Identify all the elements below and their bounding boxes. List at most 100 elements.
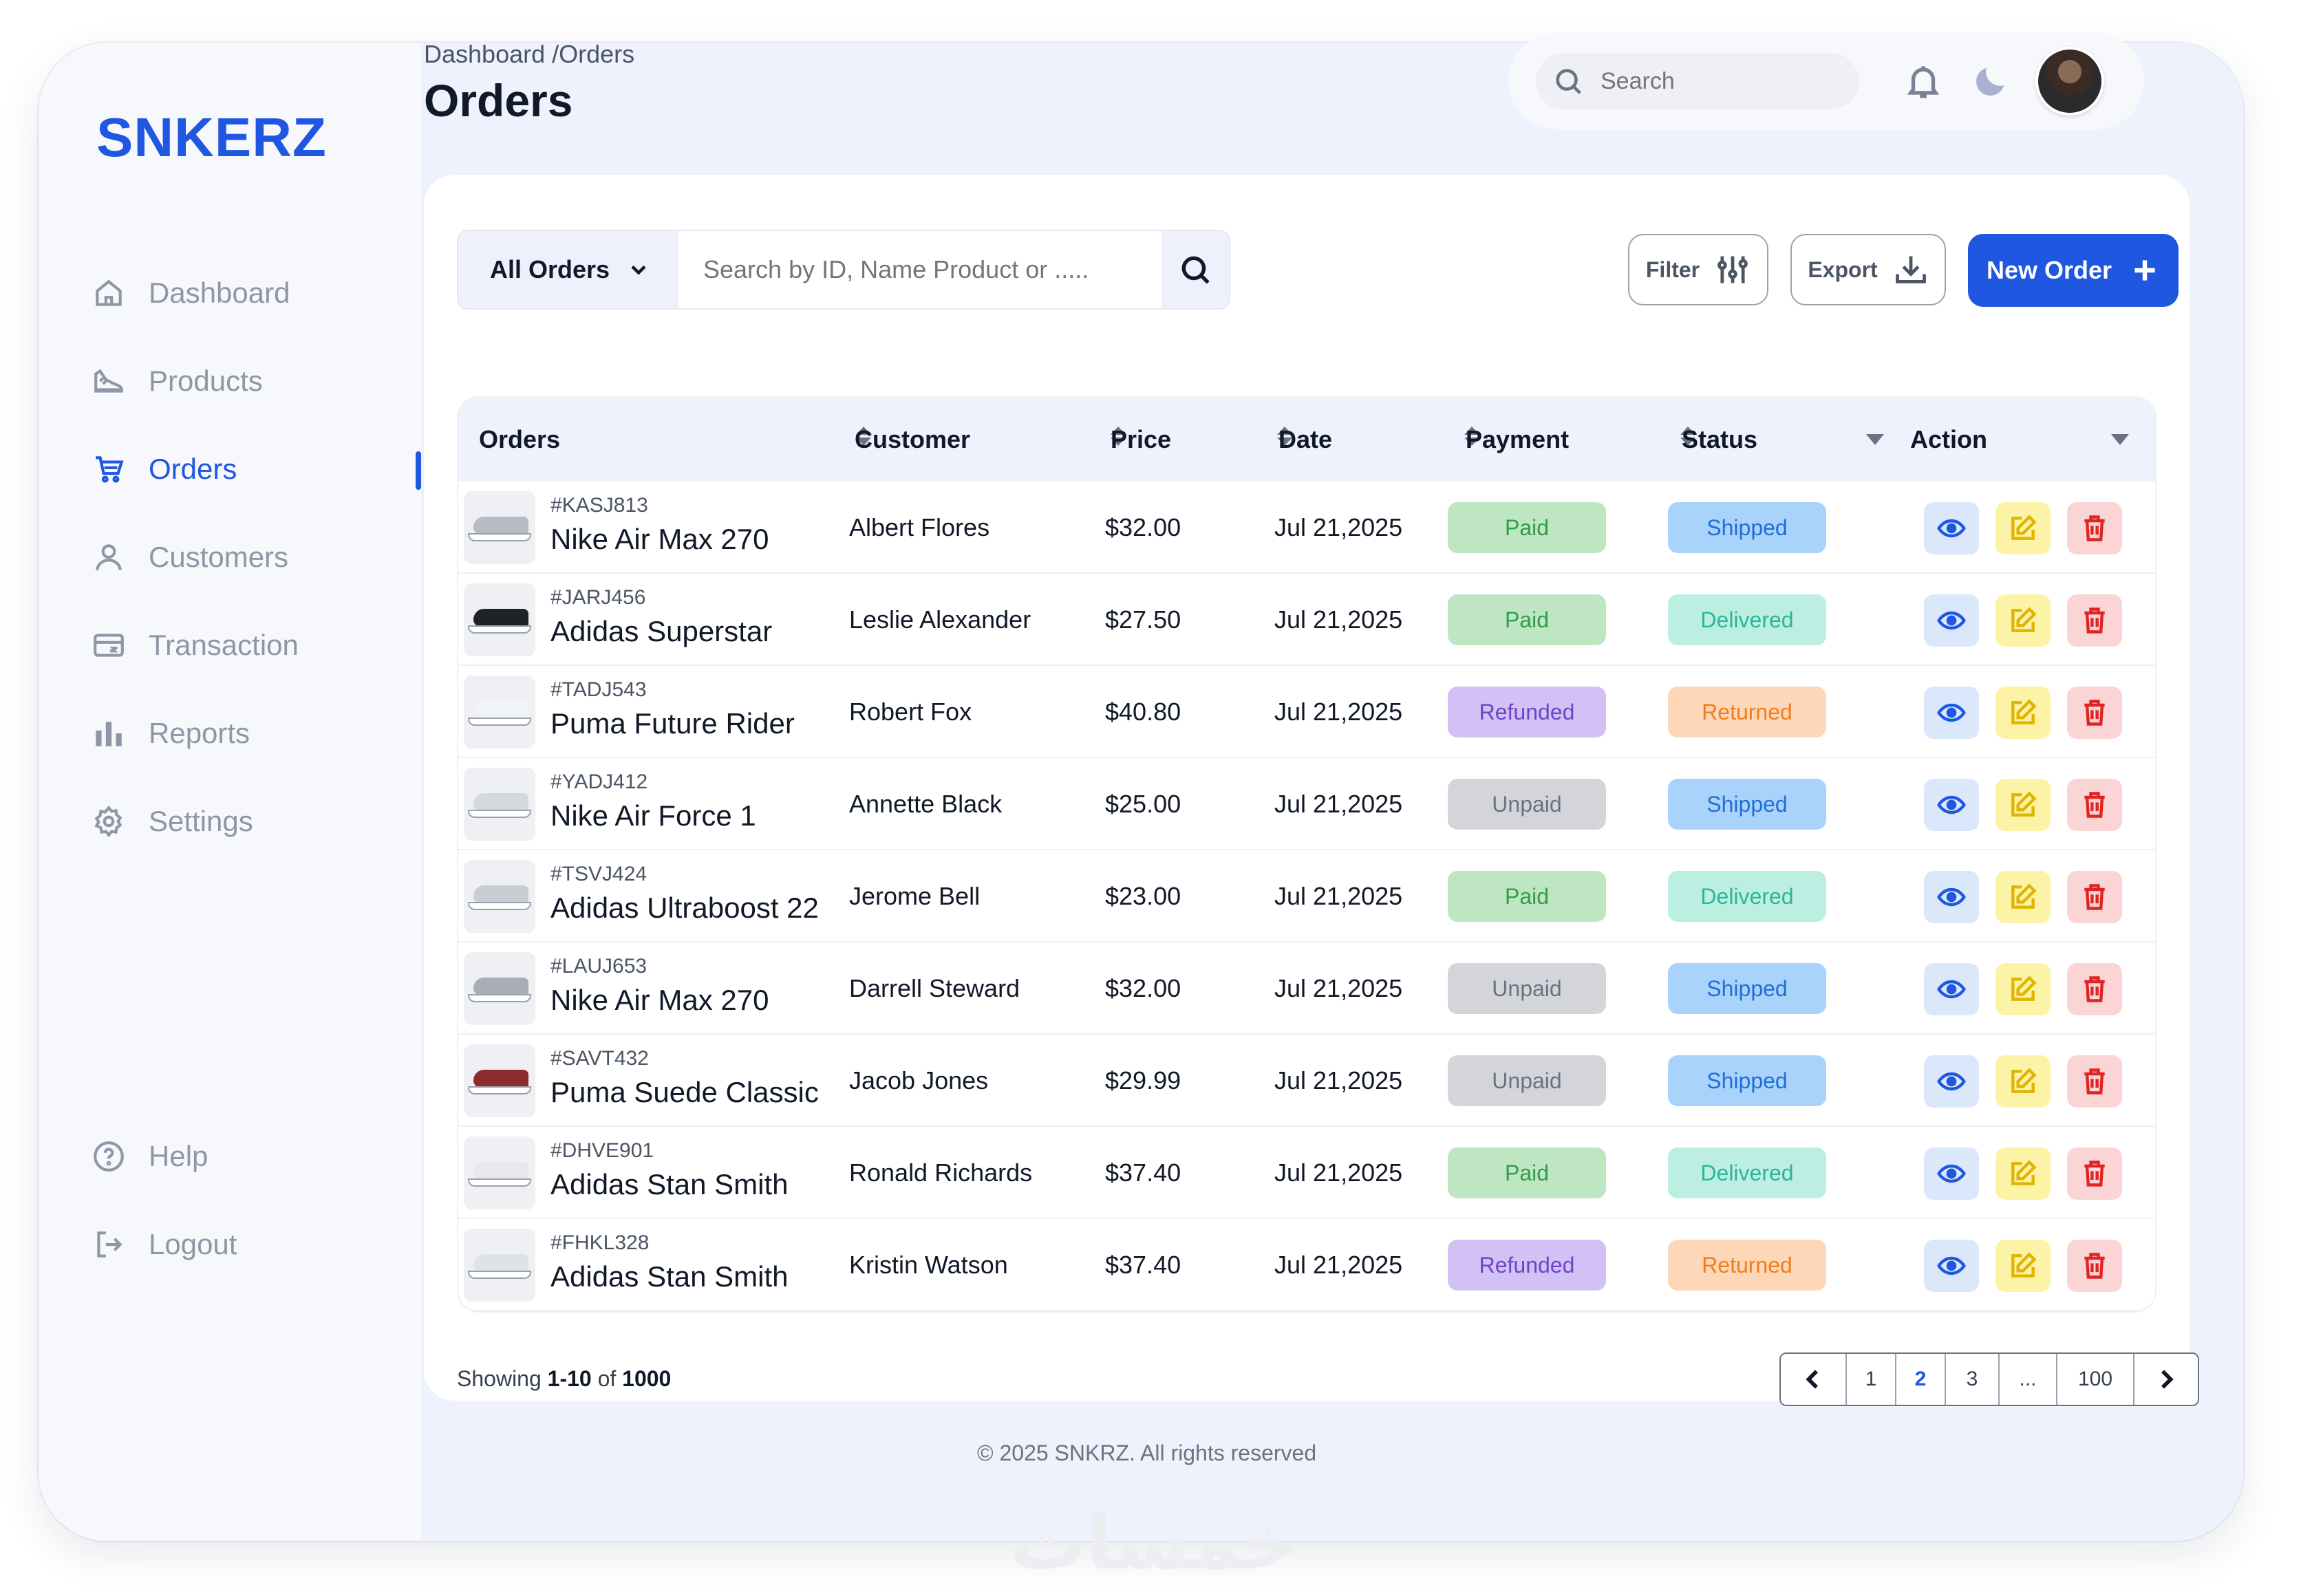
- column-header-date[interactable]: Date: [1278, 398, 1332, 482]
- page-button-1[interactable]: 1: [1847, 1354, 1896, 1405]
- sidebar-item-orders[interactable]: Orders: [89, 425, 421, 513]
- view-button[interactable]: [1924, 779, 1979, 831]
- delete-button[interactable]: [2067, 594, 2122, 647]
- table-row[interactable]: #DHVE901 Adidas Stan Smith Ronald Richards…: [458, 1127, 2155, 1219]
- table-row[interactable]: #JARJ456 Adidas Superstar Leslie Alexander…: [458, 574, 2155, 666]
- breadcrumb[interactable]: Dashboard /Orders: [424, 40, 634, 69]
- view-button[interactable]: [1924, 871, 1979, 923]
- product-name[interactable]: Puma Future Rider: [550, 707, 795, 740]
- product-name[interactable]: Puma Suede Classic: [550, 1076, 819, 1109]
- view-button[interactable]: [1924, 687, 1979, 739]
- product-name[interactable]: Adidas Ultraboost 22: [550, 892, 819, 925]
- payment-badge: Paid: [1448, 871, 1606, 922]
- export-button[interactable]: Export: [1790, 234, 1946, 305]
- shoe-image: [468, 1067, 531, 1094]
- column-header-action[interactable]: Action: [1910, 398, 1987, 482]
- view-button[interactable]: [1924, 1240, 1979, 1292]
- product-name[interactable]: Adidas Stan Smith: [550, 1168, 789, 1201]
- table-row[interactable]: #KASJ813 Nike Air Max 270 Albert Flores $32…: [458, 482, 2155, 574]
- column-header-payment[interactable]: Payment: [1466, 398, 1569, 482]
- view-button[interactable]: [1924, 1147, 1979, 1200]
- edit-button[interactable]: [1995, 1055, 2051, 1108]
- delete-button[interactable]: [2067, 502, 2122, 554]
- global-search[interactable]: [1536, 53, 1859, 109]
- sidebar-item-logout[interactable]: Logout: [89, 1200, 421, 1288]
- orders-search-button[interactable]: [1162, 231, 1229, 308]
- sidebar-item-transaction[interactable]: Transaction: [89, 601, 421, 689]
- column-label: Payment: [1466, 425, 1570, 453]
- edit-button[interactable]: [1995, 871, 2051, 923]
- product-name[interactable]: Nike Air Max 270: [550, 523, 769, 556]
- next-page-button[interactable]: [2134, 1354, 2198, 1405]
- delete-button[interactable]: [2067, 1240, 2122, 1292]
- eye-icon: [1936, 1158, 1967, 1189]
- customer-name: Albert Flores: [849, 513, 990, 541]
- table-row[interactable]: #YADJ412 Nike Air Force 1 Annette Black $25…: [458, 758, 2155, 850]
- edit-button[interactable]: [1995, 1240, 2051, 1292]
- product-thumbnail: [464, 768, 535, 841]
- page-button-2[interactable]: 2: [1896, 1354, 1946, 1405]
- orders-filter-dropdown[interactable]: All Orders: [458, 231, 678, 308]
- brand-logo[interactable]: SNKERZ: [96, 106, 327, 169]
- customer-name: Leslie Alexander: [849, 605, 1031, 634]
- view-button[interactable]: [1924, 502, 1979, 554]
- sidebar-item-products[interactable]: Products: [89, 337, 421, 425]
- table-row[interactable]: #FHKL328 Adidas Stan Smith Kristin Watson $…: [458, 1219, 2155, 1311]
- delete-button[interactable]: [2067, 1055, 2122, 1108]
- sidebar-item-label: Orders: [149, 453, 237, 485]
- orders-search-input[interactable]: [678, 231, 1162, 308]
- product-name[interactable]: Adidas Stan Smith: [550, 1260, 789, 1293]
- user-avatar[interactable]: [2035, 47, 2104, 116]
- sidebar-item-help[interactable]: Help: [89, 1112, 421, 1200]
- chevron-down-icon: [631, 265, 646, 275]
- table-row[interactable]: #LAUJ653 Nike Air Max 270 Darrell Steward $…: [458, 942, 2155, 1035]
- order-date: Jul 21,2025: [1274, 1251, 1403, 1279]
- edit-button[interactable]: [1995, 963, 2051, 1015]
- column-header-orders[interactable]: Orders: [479, 398, 560, 482]
- order-price: $29.99: [1105, 1066, 1181, 1094]
- order-id: #TADJ543: [550, 678, 647, 701]
- notification-bell-icon[interactable]: [1903, 61, 1943, 101]
- sidebar-item-dashboard[interactable]: Dashboard: [89, 249, 421, 337]
- delete-button[interactable]: [2067, 963, 2122, 1015]
- shoe-image: [468, 883, 531, 910]
- edit-icon: [2008, 974, 2038, 1004]
- edit-button[interactable]: [1995, 1147, 2051, 1200]
- global-search-input[interactable]: [1601, 67, 1834, 95]
- column-header-customer[interactable]: Customer: [855, 398, 970, 482]
- sidebar-item-label: Logout: [149, 1228, 237, 1260]
- table-row[interactable]: #TADJ543 Puma Future Rider Robert Fox $40.8…: [458, 666, 2155, 758]
- eye-icon: [1936, 882, 1967, 912]
- filter-button[interactable]: Filter: [1628, 234, 1768, 305]
- prev-page-button[interactable]: [1781, 1354, 1847, 1405]
- edit-button[interactable]: [1995, 779, 2051, 831]
- edit-button[interactable]: [1995, 594, 2051, 647]
- eye-icon: [1936, 974, 1967, 1004]
- dark-mode-moon-icon[interactable]: [1971, 61, 2011, 101]
- product-name[interactable]: Nike Air Max 270: [550, 984, 769, 1017]
- table-row[interactable]: #TSVJ424 Adidas Ultraboost 22 Jerome Bell $…: [458, 850, 2155, 942]
- view-button[interactable]: [1924, 1055, 1979, 1108]
- order-date: Jul 21,2025: [1274, 1066, 1403, 1094]
- view-button[interactable]: [1924, 963, 1979, 1015]
- edit-button[interactable]: [1995, 687, 2051, 739]
- delete-button[interactable]: [2067, 779, 2122, 831]
- page-button-3[interactable]: 3: [1946, 1354, 2000, 1405]
- delete-button[interactable]: [2067, 1147, 2122, 1200]
- sidebar-item-customers[interactable]: Customers: [89, 513, 421, 601]
- delete-button[interactable]: [2067, 871, 2122, 923]
- edit-button[interactable]: [1995, 502, 2051, 554]
- column-header-status[interactable]: Status: [1682, 398, 1757, 482]
- new-order-button[interactable]: New Order: [1968, 234, 2179, 307]
- shoe-image: [468, 514, 531, 541]
- delete-button[interactable]: [2067, 687, 2122, 739]
- order-price: $25.00: [1105, 790, 1181, 818]
- table-row[interactable]: #SAVT432 Puma Suede Classic Jacob Jones $29…: [458, 1035, 2155, 1127]
- page-button-100[interactable]: 100: [2057, 1354, 2134, 1405]
- product-name[interactable]: Adidas Superstar: [550, 615, 772, 648]
- sidebar-item-reports[interactable]: Reports: [89, 689, 421, 777]
- product-name[interactable]: Nike Air Force 1: [550, 799, 756, 832]
- view-button[interactable]: [1924, 594, 1979, 647]
- column-header-price[interactable]: Price: [1111, 398, 1171, 482]
- sidebar-item-settings[interactable]: Settings: [89, 777, 421, 865]
